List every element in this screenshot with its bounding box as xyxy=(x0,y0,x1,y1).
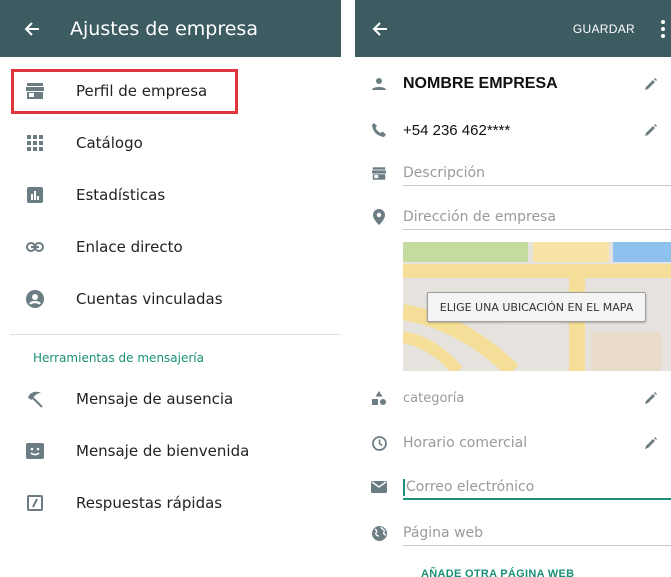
hours-row: Horario comercial xyxy=(355,430,671,456)
website-underline xyxy=(403,545,671,546)
menu-item-catalog[interactable]: Catálogo xyxy=(0,117,341,169)
arrow-back-icon xyxy=(372,21,387,36)
back-button[interactable] xyxy=(372,21,388,37)
website-input[interactable]: Página web xyxy=(403,520,671,546)
page-title: Ajustes de empresa xyxy=(70,17,258,40)
phone-field[interactable]: +54 236 462**** xyxy=(403,112,645,148)
description-input[interactable]: Descripción xyxy=(403,160,671,186)
category-placeholder: categoría xyxy=(403,390,465,406)
arrow-back-icon xyxy=(24,21,39,36)
bar-chart-icon xyxy=(0,187,76,203)
menu-item-label: Mensaje de ausencia xyxy=(76,390,234,408)
choose-location-button[interactable]: ELIGE UNA UBICACIÓN EN EL MAPA xyxy=(427,292,646,322)
account-circle-icon xyxy=(0,290,76,308)
phone-icon xyxy=(355,123,403,137)
phone-row: +54 236 462**** xyxy=(355,112,671,148)
quick-reply-icon xyxy=(0,495,76,511)
address-row: Dirección de empresa xyxy=(355,204,671,230)
address-placeholder: Dirección de empresa xyxy=(403,209,556,225)
menu-item-business-profile[interactable]: Perfil de empresa xyxy=(0,65,341,117)
menu-item-greeting-message[interactable]: Mensaje de bienvenida xyxy=(0,425,341,477)
email-placeholder: Correo electrónico xyxy=(406,479,535,495)
description-row: Descripción xyxy=(355,160,671,186)
email-icon xyxy=(355,481,403,493)
email-input[interactable]: Correo electrónico xyxy=(403,474,671,500)
grid-icon xyxy=(0,135,76,151)
text-cursor xyxy=(403,478,405,496)
right-app-bar: GUARDAR xyxy=(355,0,671,57)
address-input[interactable]: Dirección de empresa xyxy=(403,204,671,230)
edit-pencil-icon[interactable] xyxy=(645,437,671,449)
beach-umbrella-icon xyxy=(0,390,76,408)
menu-item-label: Respuestas rápidas xyxy=(76,494,223,512)
website-placeholder: Página web xyxy=(403,525,484,541)
address-underline xyxy=(403,229,671,230)
edit-pencil-icon[interactable] xyxy=(645,392,671,404)
description-placeholder: Descripción xyxy=(403,165,485,181)
back-button[interactable] xyxy=(0,21,70,37)
more-options-icon[interactable] xyxy=(657,19,669,38)
clock-icon xyxy=(355,435,403,451)
menu-item-quick-replies[interactable]: Respuestas rápidas xyxy=(0,477,341,529)
smile-message-icon xyxy=(0,443,76,459)
menu-item-label: Estadísticas xyxy=(76,186,166,204)
menu-item-label: Mensaje de bienvenida xyxy=(76,442,250,460)
hours-placeholder: Horario comercial xyxy=(403,435,528,451)
save-button[interactable]: GUARDAR xyxy=(573,22,635,36)
business-name-row: NOMBRE EMPRESA xyxy=(355,64,671,104)
email-underline xyxy=(403,498,671,500)
location-map[interactable]: ELIGE UNA UBICACIÓN EN EL MAPA xyxy=(403,242,671,371)
business-profile-editor: GUARDAR NOMBRE EMPRESA +54 236 462**** D… xyxy=(355,0,671,577)
website-row: Página web xyxy=(355,520,671,546)
person-icon xyxy=(355,78,403,90)
category-row: categoría xyxy=(355,385,671,411)
edit-pencil-icon[interactable] xyxy=(645,78,671,90)
menu-item-direct-link[interactable]: Enlace directo xyxy=(0,221,341,273)
store-icon xyxy=(355,166,403,180)
business-settings-panel: Ajustes de empresa Perfil de empresa Cat… xyxy=(0,0,341,577)
shapes-icon xyxy=(355,391,403,405)
menu-item-label: Cuentas vinculadas xyxy=(76,290,223,308)
menu-item-label: Enlace directo xyxy=(76,238,183,256)
link-icon xyxy=(0,242,76,252)
menu-item-label: Catálogo xyxy=(76,134,143,152)
description-underline xyxy=(403,185,671,186)
highlight-box xyxy=(11,69,238,114)
hours-input[interactable]: Horario comercial xyxy=(403,430,645,456)
menu-item-linked-accounts[interactable]: Cuentas vinculadas xyxy=(0,273,341,325)
menu-item-away-message[interactable]: Mensaje de ausencia xyxy=(0,373,341,425)
left-app-bar: Ajustes de empresa xyxy=(0,0,341,57)
menu-item-statistics[interactable]: Estadísticas xyxy=(0,169,341,221)
email-row: Correo electrónico xyxy=(355,474,671,500)
business-name-field[interactable]: NOMBRE EMPRESA xyxy=(403,64,645,104)
location-pin-icon xyxy=(355,209,403,225)
edit-pencil-icon[interactable] xyxy=(645,124,671,136)
category-input[interactable]: categoría xyxy=(403,385,645,411)
globe-icon xyxy=(355,525,403,541)
add-website-button[interactable]: AÑADE OTRA PÁGINA WEB xyxy=(421,568,574,577)
section-title: Herramientas de mensajería xyxy=(33,351,204,365)
